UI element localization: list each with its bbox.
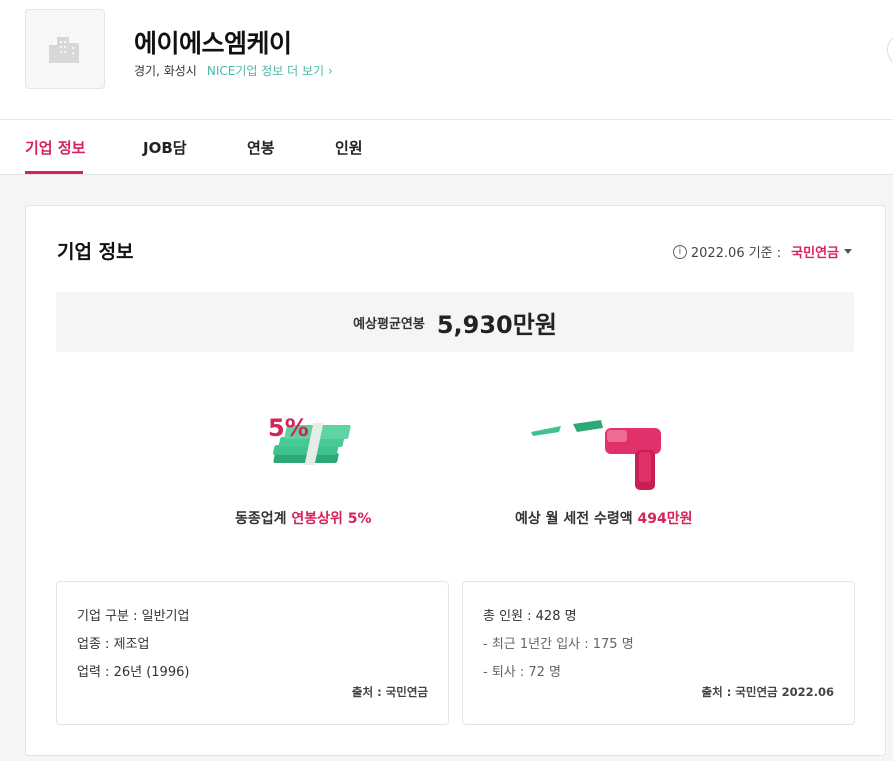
tab-salary[interactable]: 연봉 [247,137,275,158]
company-type-box: 기업 구분 : 일반기업 업종 : 제조업 업력 : 26년 (1996) 출처… [56,581,449,725]
industry-rank-text: 동종업계 연봉상위 5% [235,508,372,528]
company-logo [25,9,105,89]
caret-down-icon [844,249,852,254]
monthly-pay-value: 494만원 [637,511,693,527]
building-icon [49,37,79,63]
follow-button[interactable] [887,33,893,67]
industry-rank-prefix: 동종업계 [235,511,292,527]
company-name: 에이에스엠케이 [134,29,292,58]
staff-source: 출처 : 국민연금 2022.06 [701,685,834,699]
monthly-pay-text: 예상 월 세전 수령액 494만원 [515,508,693,528]
source-dropdown[interactable]: 국민연금 [791,242,852,261]
company-subline: 경기, 화성시 NICE기업 정보 더 보기 › [134,62,333,79]
money-stack-icon: 5% [268,414,351,465]
monthly-pay-prefix: 예상 월 세전 수령액 [515,511,638,527]
company-source: 출처 : 국민연금 [351,685,428,699]
avg-salary-label: 예상평균연봉 [353,316,425,332]
info-icon[interactable]: i [672,244,687,259]
industry-line: 업종 : 제조업 [77,637,150,652]
company-header: 에이에스엠케이 경기, 화성시 NICE기업 정보 더 보기 › [0,0,893,120]
top-5-badge: 5% [268,414,309,442]
total-staff-line: 총 인원 : 428 명 [483,609,577,624]
avg-salary-box: 예상평균연봉 5,930만원 [56,292,854,352]
business-age-line: 업력 : 26년 (1996) [77,665,190,680]
industry-rank-value: 연봉상위 5% [291,511,372,527]
tab-company-info[interactable]: 기업 정보 [25,137,85,158]
company-type-line: 기업 구분 : 일반기업 [77,609,190,624]
company-location: 경기, 화성시 [134,64,197,78]
active-tab-indicator [25,171,83,174]
card-title: 기업 정보 [57,241,134,263]
hires-line: - 최근 1년간 입사 : 175 명 [483,637,634,652]
company-info-card: 기업 정보 i 2022.06 기준 : 국민연금 예상평균연봉 5,930만원… [25,205,886,756]
tab-staff[interactable]: 인원 [335,137,363,158]
staff-box: 총 인원 : 428 명 - 최근 1년간 입사 : 175 명 - 퇴사 : … [462,581,855,725]
basis-selector: i 2022.06 기준 : 국민연금 [672,242,852,261]
tab-bar: 기업 정보 JOB담 연봉 인원 [0,120,893,175]
tab-job-talk[interactable]: JOB담 [143,137,187,158]
source-selected: 국민연금 [791,246,839,261]
basis-date: 2022.06 기준 : [690,246,782,261]
money-gun-icon [531,420,661,490]
nice-info-link[interactable]: NICE기업 정보 더 보기 › [207,62,333,79]
leavers-line: - 퇴사 : 72 명 [483,665,562,680]
avg-salary-value: 5,930만원 [436,310,557,339]
